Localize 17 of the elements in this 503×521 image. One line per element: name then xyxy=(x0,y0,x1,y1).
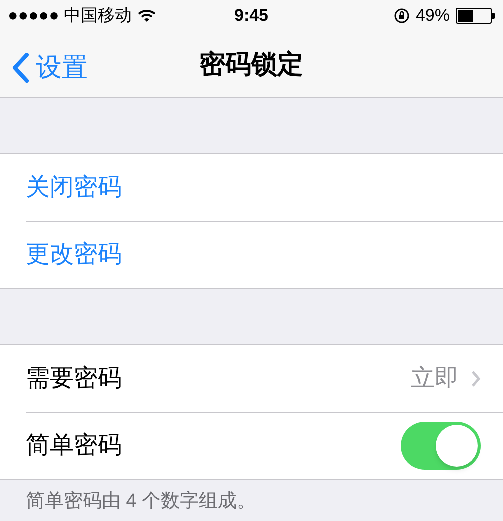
row-label: 简单密码 xyxy=(26,431,123,461)
footer-note: 简单密码由 4 个数字组成。 xyxy=(25,490,258,514)
screen-title: 密码锁定 xyxy=(200,48,304,81)
action-button[interactable]: 关闭密码 xyxy=(26,170,122,206)
row-value[interactable]: 立即 xyxy=(411,360,459,396)
toggle-switch[interactable] xyxy=(401,422,481,470)
clock-time: 9:45 xyxy=(234,5,269,28)
battery-percentage: 49% xyxy=(416,5,450,28)
back-button[interactable]: 设置 xyxy=(12,48,88,87)
action-button[interactable]: 更改密码 xyxy=(26,237,122,273)
row-label: 需要密码 xyxy=(26,364,123,394)
wifi-icon xyxy=(138,9,156,23)
battery-icon xyxy=(456,8,495,24)
rotation-lock-icon xyxy=(394,8,410,24)
carrier-label: ●●●●● 中国移动 xyxy=(8,5,132,28)
back-chevron-icon xyxy=(12,52,30,82)
chevron-icon xyxy=(471,370,481,388)
